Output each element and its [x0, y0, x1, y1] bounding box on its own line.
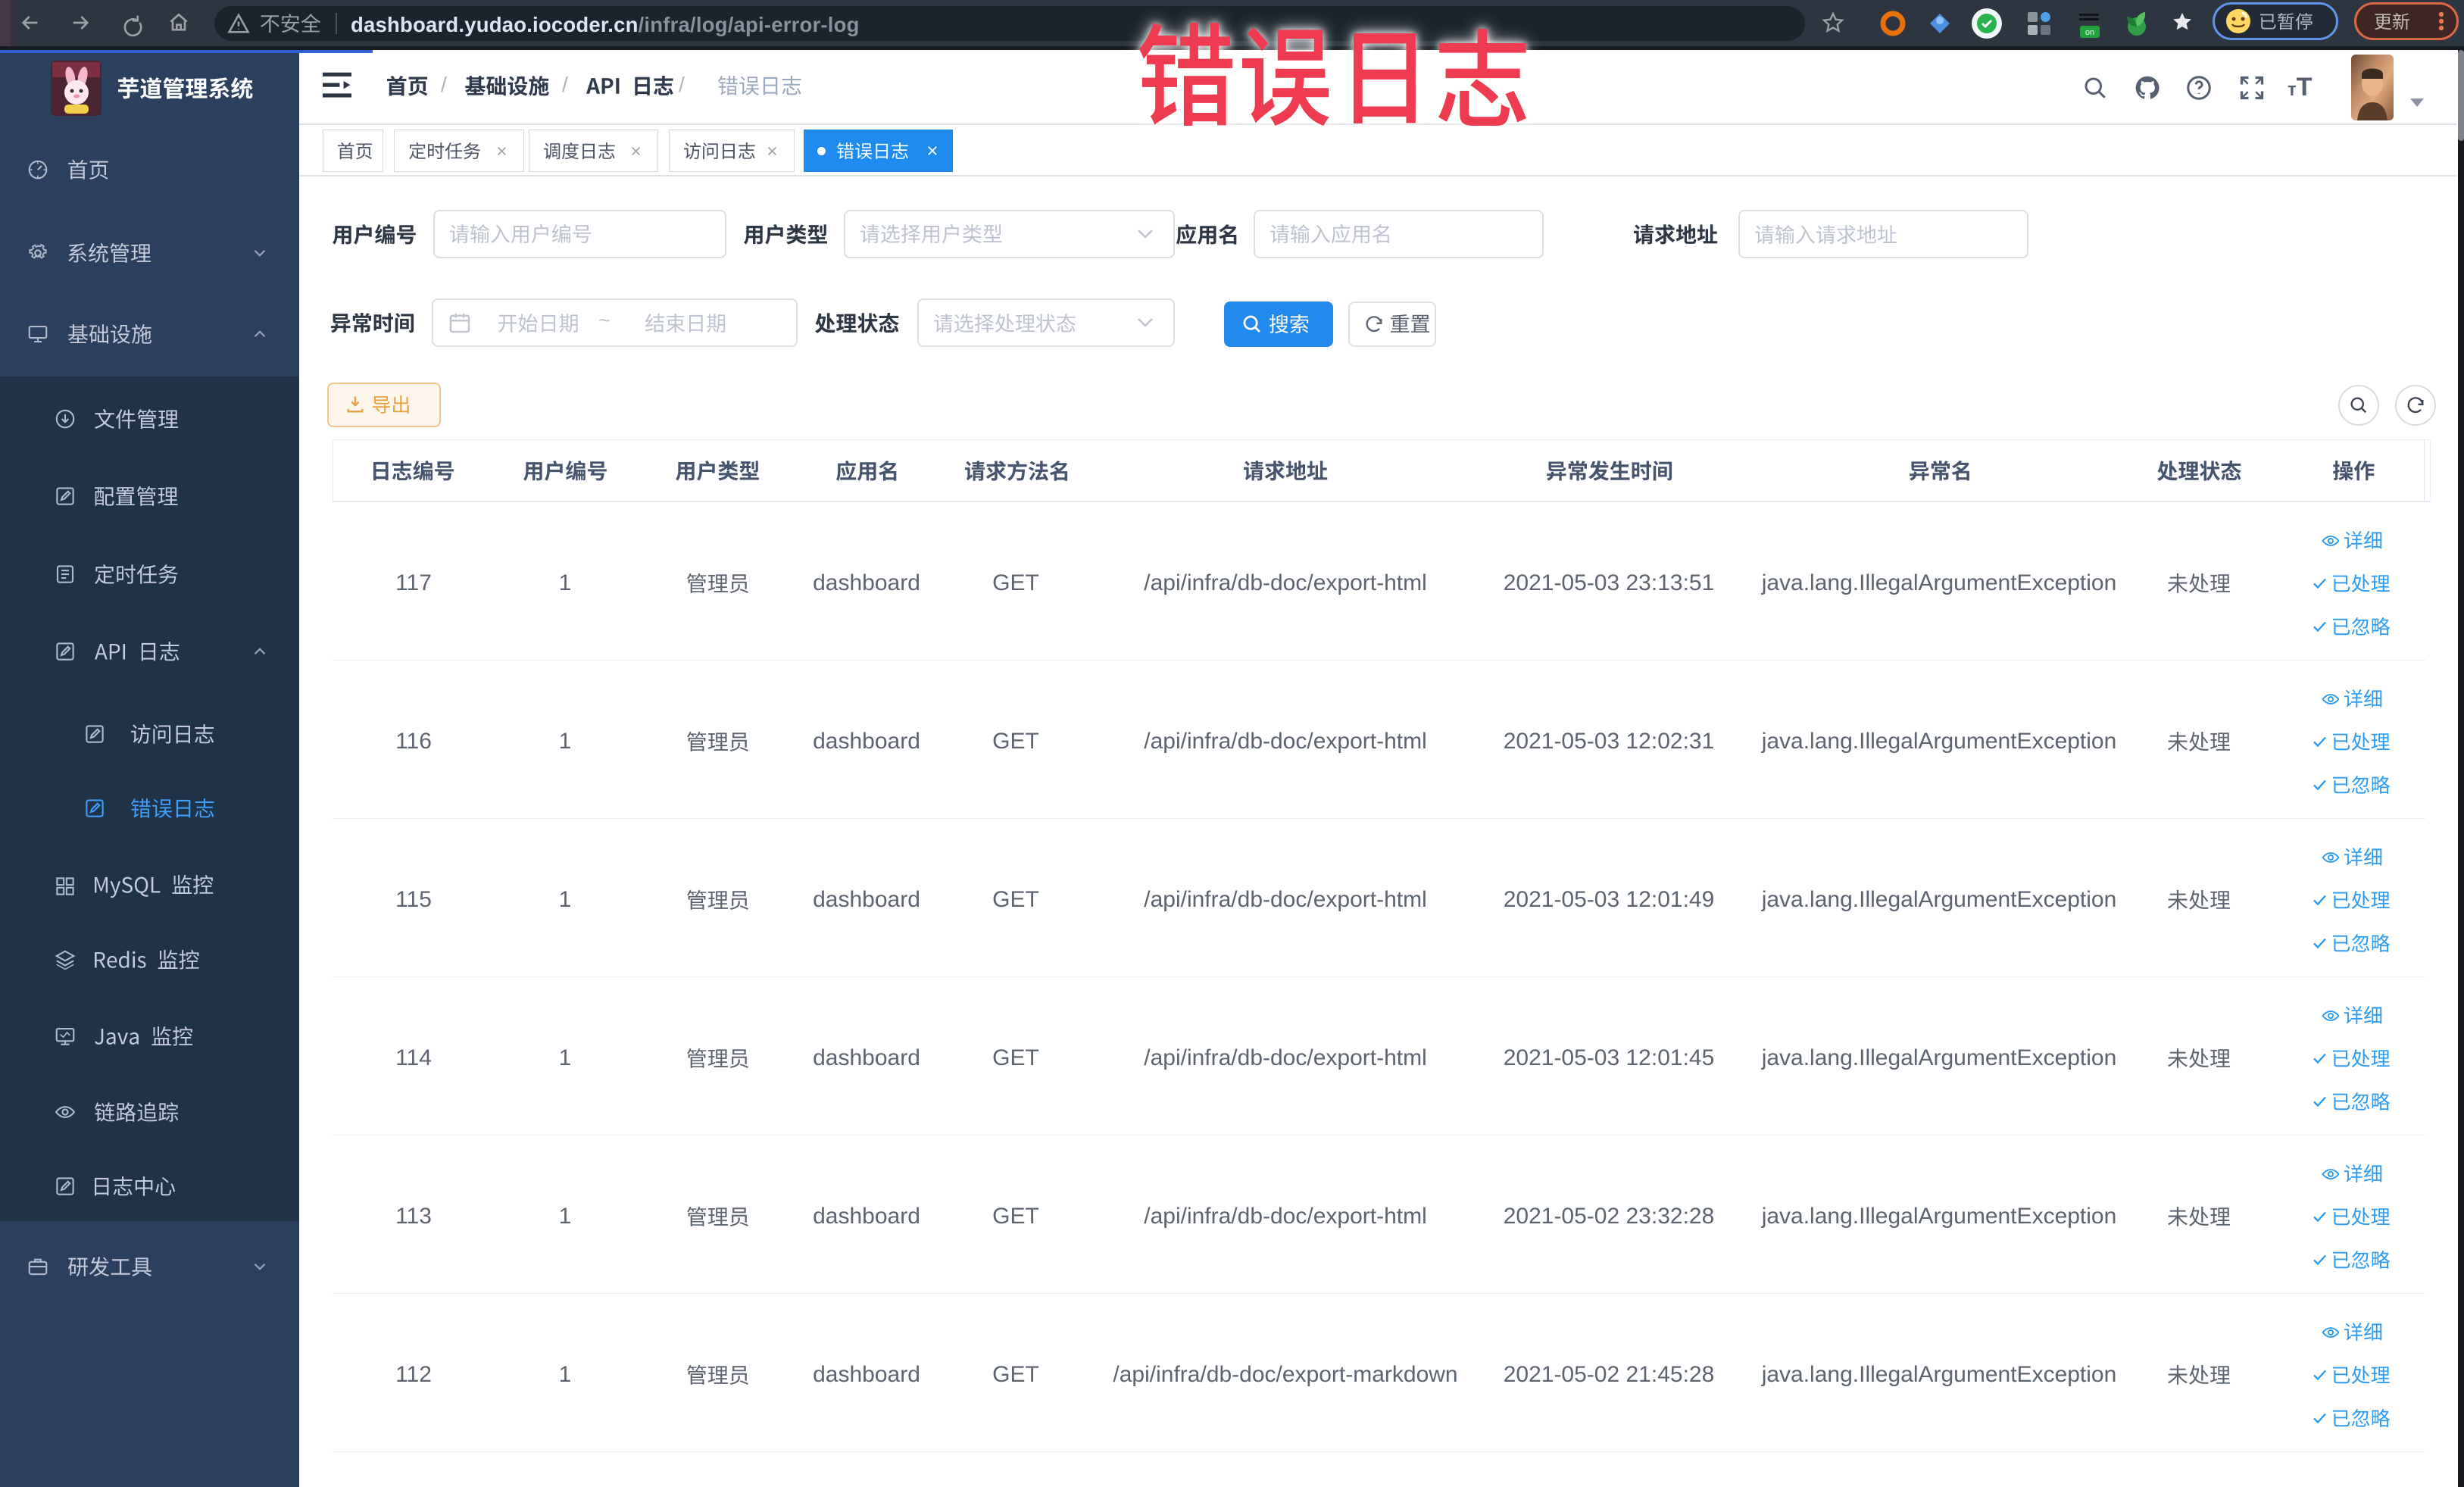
svg-text:on: on	[2085, 28, 2094, 37]
